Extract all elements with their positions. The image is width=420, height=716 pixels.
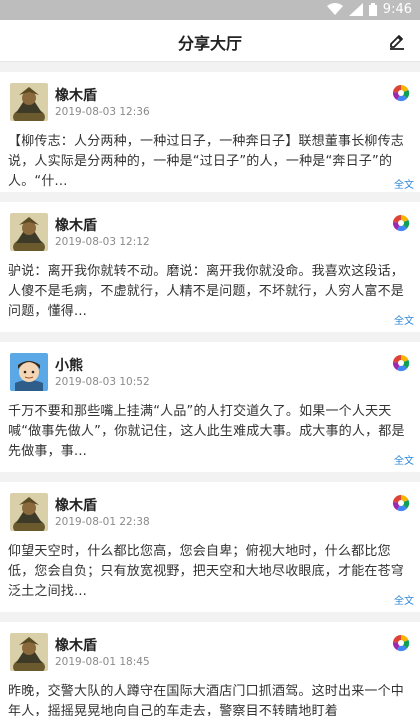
post-content: 昨晚，交警大队的人蹲守在国际大酒店门口抓酒驾。这时出来一个中年人，摇摇晃晃地向自… xyxy=(8,684,405,716)
app-bar: 分享大厅 xyxy=(0,20,420,62)
user-name[interactable]: 橡木盾 xyxy=(55,635,97,655)
user-name[interactable]: 橡木盾 xyxy=(55,85,97,105)
page-title: 分享大厅 xyxy=(177,34,242,53)
share-icon[interactable] xyxy=(392,494,410,512)
share-icon[interactable] xyxy=(392,84,410,102)
avatar[interactable] xyxy=(10,493,48,531)
share-feed[interactable]: 橡木盾 2019-08-03 12:36 【柳传志：人分两种，一种过日子，一种奔… xyxy=(0,62,420,716)
avatar[interactable] xyxy=(10,633,48,671)
share-icon[interactable] xyxy=(392,354,410,372)
post-content: 【柳传志：人分两种，一种过日子，一种奔日子】联想董事长柳传志说，人实际是分两种的… xyxy=(8,134,405,189)
character-avatar-icon xyxy=(10,493,48,531)
character-avatar-icon xyxy=(10,633,48,671)
share-icon[interactable] xyxy=(392,214,410,232)
character-avatar-icon xyxy=(10,83,48,121)
post-content: 仰望天空时，什么都比您高，您会自卑；俯视大地时，什么都比您低，您会自负；只有放宽… xyxy=(8,544,405,599)
feed-card[interactable]: 橡木盾 2019-08-01 22:38 仰望天空时，什么都比您高，您会自卑；俯… xyxy=(0,482,420,612)
read-more-link[interactable]: 全文 xyxy=(394,452,414,467)
status-bar: 9:46 xyxy=(0,0,420,20)
post-content: 驴说：离开我你就转不动。磨说：离开我你就没命。我喜欢这段话，人傻不是毛病，不虚就… xyxy=(8,264,405,319)
feed-card[interactable]: 橡木盾 2019-08-01 18:45 昨晚，交警大队的人蹲守在国际大酒店门口… xyxy=(0,622,420,716)
user-name[interactable]: 小熊 xyxy=(55,355,83,375)
cartoon-avatar-icon xyxy=(10,353,48,391)
status-time: 9:46 xyxy=(382,2,412,17)
character-avatar-icon xyxy=(10,213,48,251)
read-more-link[interactable]: 全文 xyxy=(394,312,414,327)
post-time: 2019-08-01 22:38 xyxy=(55,516,150,528)
user-name[interactable]: 橡木盾 xyxy=(55,495,97,515)
user-name[interactable]: 橡木盾 xyxy=(55,215,97,235)
post-time: 2019-08-03 12:12 xyxy=(55,236,150,248)
battery-icon xyxy=(368,3,377,16)
edit-button[interactable] xyxy=(386,30,408,52)
post-time: 2019-08-01 18:45 xyxy=(55,656,150,668)
feed-card[interactable]: 小熊 2019-08-03 10:52 千万不要和那些嘴上挂满“人品”的人打交道… xyxy=(0,342,420,472)
avatar[interactable] xyxy=(10,213,48,251)
feed-card[interactable]: 橡木盾 2019-08-03 12:12 驴说：离开我你就转不动。磨说：离开我你… xyxy=(0,202,420,332)
wifi-icon xyxy=(326,3,343,15)
post-time: 2019-08-03 12:36 xyxy=(55,106,150,118)
signal-icon xyxy=(348,3,363,16)
avatar[interactable] xyxy=(10,83,48,121)
edit-icon xyxy=(390,35,404,50)
share-icon[interactable] xyxy=(392,634,410,652)
feed-card[interactable]: 橡木盾 2019-08-03 12:36 【柳传志：人分两种，一种过日子，一种奔… xyxy=(0,72,420,192)
post-content: 千万不要和那些嘴上挂满“人品”的人打交道久了。如果一个人天天喊“做事先做人”，你… xyxy=(8,404,405,459)
avatar[interactable] xyxy=(10,353,48,391)
read-more-link[interactable]: 全文 xyxy=(394,176,414,191)
read-more-link[interactable]: 全文 xyxy=(394,592,414,607)
post-time: 2019-08-03 10:52 xyxy=(55,376,150,388)
